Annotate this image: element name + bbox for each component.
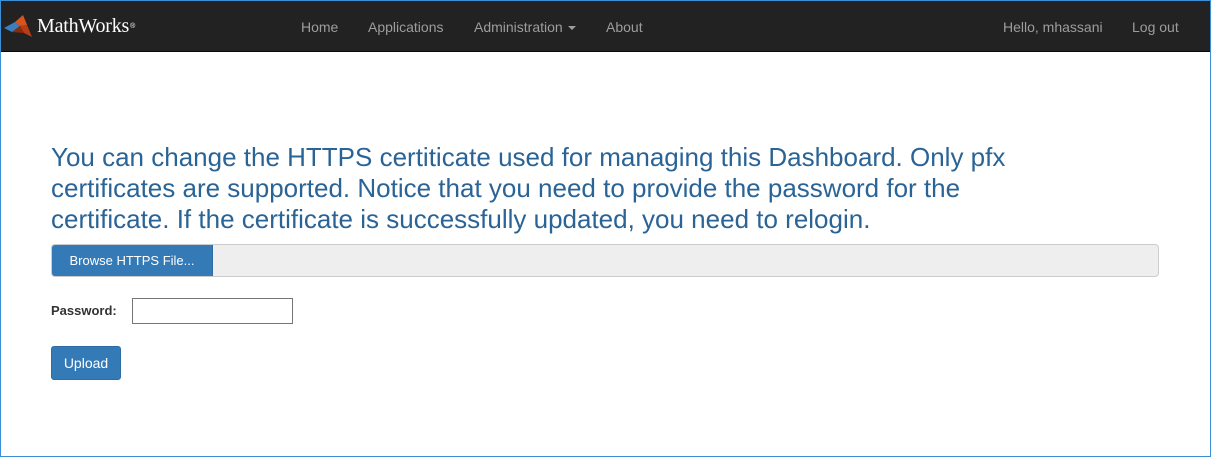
top-navbar: MathWorks ® Home Applications Administrat… xyxy=(1,1,1210,52)
upload-button[interactable]: Upload xyxy=(51,346,121,380)
logout-link[interactable]: Log out xyxy=(1132,1,1179,51)
brand-name: MathWorks xyxy=(37,14,130,37)
browse-https-file-button[interactable]: Browse HTTPS File... xyxy=(52,245,213,276)
caret-down-icon xyxy=(567,26,576,31)
instructions-line-2: certificates are supported. Notice that … xyxy=(51,173,961,203)
brand-logo-link[interactable]: MathWorks ® xyxy=(3,13,135,39)
brand-registered-mark: ® xyxy=(130,22,136,30)
password-label: Password: xyxy=(51,303,117,318)
user-greeting[interactable]: Hello, mhassani xyxy=(1003,1,1103,51)
instructions-line-3: certificate. If the certificate is succe… xyxy=(51,204,871,234)
browser-viewport: MathWorks ® Home Applications Administrat… xyxy=(0,0,1211,457)
nav-applications[interactable]: Applications xyxy=(368,1,444,51)
https-file-picker[interactable]: Browse HTTPS File... xyxy=(51,244,1159,277)
password-field[interactable] xyxy=(132,298,293,324)
nav-administration-label: Administration xyxy=(474,19,563,35)
matlab-membrane-logo-icon xyxy=(4,15,32,37)
nav-administration-dropdown[interactable]: Administration xyxy=(474,1,576,51)
nav-about[interactable]: About xyxy=(606,1,643,51)
instructions-line-1: You can change the HTTPS certiticate use… xyxy=(51,142,1006,172)
nav-home[interactable]: Home xyxy=(301,1,338,51)
certificate-instructions: You can change the HTTPS certiticate use… xyxy=(51,142,1151,235)
